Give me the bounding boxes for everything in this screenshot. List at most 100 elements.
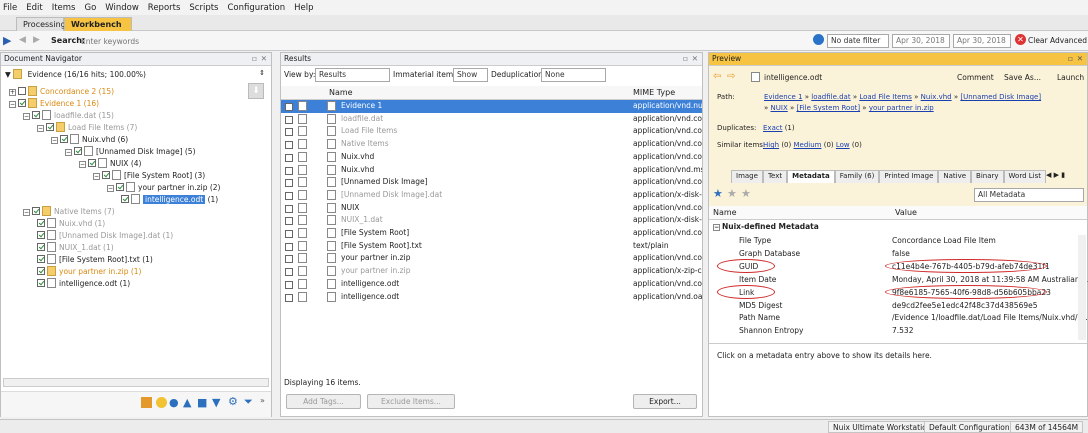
table-row[interactable]: [File System Root].txt text/plain xyxy=(281,240,702,253)
forward-icon[interactable]: ▶ xyxy=(33,35,40,45)
duplicates-exact-link[interactable]: Exact xyxy=(763,124,782,132)
row-checkbox[interactable] xyxy=(285,204,293,213)
tab-processing[interactable]: Processing xyxy=(16,17,66,31)
metadata-row[interactable]: MD5 Digest de9cd2fee5e1edc42f48c37d438569… xyxy=(709,300,1079,313)
gear-icon[interactable]: ⚙ xyxy=(228,395,238,408)
clear-button[interactable]: Clear xyxy=(1028,36,1048,45)
maximize-icon[interactable]: ▫ xyxy=(1068,53,1073,65)
filter-icon[interactable]: ⏷ xyxy=(244,395,253,409)
immaterial-select[interactable]: Show xyxy=(453,68,488,82)
forward-icon[interactable]: ⇨ xyxy=(727,71,735,82)
expand-arrow-icon[interactable]: ▼ xyxy=(5,70,11,79)
table-row[interactable]: NUIX_1.dat application/x-disk-in xyxy=(281,214,702,227)
add-tags-button[interactable]: Add Tags... xyxy=(286,394,361,409)
row-checkbox[interactable] xyxy=(285,191,293,200)
tree-item[interactable]: − Load File Items (7) xyxy=(37,122,137,134)
date-from-field[interactable]: Apr 30, 2018 xyxy=(892,34,950,48)
tab-workbench[interactable]: Workbench ✕ xyxy=(64,17,132,42)
star-icon[interactable] xyxy=(156,397,167,408)
column-name[interactable]: Name xyxy=(329,88,353,97)
menu-items[interactable]: Items xyxy=(52,3,76,13)
close-icon[interactable]: ✕ xyxy=(1077,53,1083,65)
row-checkbox[interactable] xyxy=(285,128,293,137)
tree-item[interactable]: − NUIX (4) xyxy=(79,158,141,170)
row-checkbox[interactable] xyxy=(285,242,293,251)
preview-tab[interactable]: Family (6) xyxy=(834,170,880,183)
preview-tab[interactable]: Binary xyxy=(971,170,1004,183)
table-row[interactable]: Load File Items application/vnd.conc xyxy=(281,125,702,138)
star-icon[interactable]: ★ xyxy=(727,187,737,200)
path-link[interactable]: Nuix.vhd xyxy=(921,93,952,101)
row-checkbox[interactable] xyxy=(285,115,293,124)
path-link[interactable]: Evidence 1 xyxy=(764,93,803,101)
people-icon[interactable]: ▲ xyxy=(183,396,191,409)
metadata-group[interactable]: − Nuix-defined Metadata xyxy=(713,222,819,231)
clear-icon[interactable]: ✕ xyxy=(1015,34,1026,45)
table-row[interactable]: NUIX application/vnd.conc xyxy=(281,202,702,215)
table-row[interactable]: Evidence 1 application/vnd.nuix xyxy=(281,100,702,113)
table-row[interactable]: loadfile.dat application/vnd.conc xyxy=(281,113,702,126)
preview-tab[interactable]: Printed Image xyxy=(879,170,939,183)
preview-tab[interactable]: Text xyxy=(762,170,788,183)
table-row[interactable]: Nuix.vhd application/vnd.ms-v xyxy=(281,164,702,177)
column-name[interactable]: Name xyxy=(713,208,737,217)
comment-button[interactable]: Comment xyxy=(957,73,994,82)
tree-item[interactable]: [File System Root].txt (1) xyxy=(37,254,153,266)
view-by-select[interactable]: Results xyxy=(315,68,390,82)
metadata-row[interactable]: Graph Database false xyxy=(709,248,1079,261)
tree-item[interactable]: + Concordance 2 (15) xyxy=(9,86,114,98)
metadata-filter-select[interactable]: All Metadata xyxy=(974,188,1084,202)
date-to-field[interactable]: Apr 30, 2018 xyxy=(953,34,1011,48)
tree-item[interactable]: Nuix.vhd (1) xyxy=(37,218,105,230)
close-icon[interactable]: ✕ xyxy=(261,53,267,65)
maximize-icon[interactable]: ▫ xyxy=(252,53,257,65)
preview-tab[interactable]: Metadata xyxy=(787,170,835,183)
star-icon[interactable]: ★ xyxy=(713,187,723,200)
sort-icon[interactable]: ⇕ xyxy=(259,69,265,77)
graduation-icon[interactable]: ■ xyxy=(197,396,207,409)
menu-go[interactable]: Go xyxy=(84,3,96,13)
tree-item[interactable]: − Nuix.vhd (6) xyxy=(51,134,128,146)
back-icon[interactable]: ◀ xyxy=(19,35,26,45)
advanced-button[interactable]: Advanced xyxy=(1050,36,1087,45)
vertical-scrollbar[interactable] xyxy=(1078,235,1086,340)
dedup-select[interactable]: None xyxy=(541,68,606,82)
tree-item-selected[interactable]: intelligence.odt (1) xyxy=(121,194,218,206)
maximize-icon[interactable]: ▫ xyxy=(683,53,688,65)
tree-item[interactable]: − [File System Root] (3) xyxy=(93,170,205,182)
tree-item[interactable]: − your partner in.zip (2) xyxy=(107,182,220,194)
tree-item[interactable]: − Evidence 1 (16) xyxy=(9,98,99,110)
tree-item[interactable]: − [Unnamed Disk Image] (5) xyxy=(65,146,196,158)
search-run-icon[interactable]: ▶ xyxy=(3,34,11,47)
path-link[interactable]: [File System Root] xyxy=(796,104,860,112)
tree-item[interactable]: − Native Items (7) xyxy=(23,206,115,218)
menu-file[interactable]: File xyxy=(3,3,17,13)
row-checkbox[interactable] xyxy=(285,268,293,277)
menu-edit[interactable]: Edit xyxy=(26,3,42,13)
path-link[interactable]: [Unnamed Disk Image] xyxy=(960,93,1041,101)
preview-tab[interactable]: Image xyxy=(731,170,763,183)
tab-scroll-icon[interactable]: ◀ ▶ ▮ xyxy=(1046,171,1065,179)
preview-tab[interactable]: Native xyxy=(938,170,972,183)
column-mime[interactable]: MIME Type xyxy=(633,88,675,97)
table-row[interactable]: [Unnamed Disk Image] application/vnd.conc xyxy=(281,176,702,189)
row-checkbox[interactable] xyxy=(285,280,293,289)
menu-configuration[interactable]: Configuration xyxy=(228,3,286,13)
metadata-row[interactable]: Shannon Entropy 7.532 xyxy=(709,325,1079,338)
table-row[interactable]: [Unnamed Disk Image].dat application/x-di… xyxy=(281,189,702,202)
tree-item[interactable]: intelligence.odt (1) xyxy=(37,278,130,290)
similar-high-link[interactable]: High xyxy=(763,141,779,149)
menu-scripts[interactable]: Scripts xyxy=(189,3,218,13)
similar-low-link[interactable]: Low xyxy=(836,141,850,149)
preview-tab[interactable]: Word List xyxy=(1003,170,1047,183)
launch-button[interactable]: Launch xyxy=(1057,73,1084,82)
search-input[interactable] xyxy=(81,34,801,48)
user-icon[interactable]: ● xyxy=(169,396,179,409)
row-checkbox[interactable] xyxy=(285,179,293,188)
horizontal-scrollbar[interactable] xyxy=(3,378,269,387)
back-icon[interactable]: ⇦ xyxy=(713,71,721,82)
row-checkbox[interactable] xyxy=(285,293,293,302)
table-row[interactable]: intelligence.odt application/vnd.conc xyxy=(281,278,702,291)
row-checkbox[interactable] xyxy=(285,153,293,162)
table-row[interactable]: Nuix.vhd application/vnd.conc xyxy=(281,151,702,164)
